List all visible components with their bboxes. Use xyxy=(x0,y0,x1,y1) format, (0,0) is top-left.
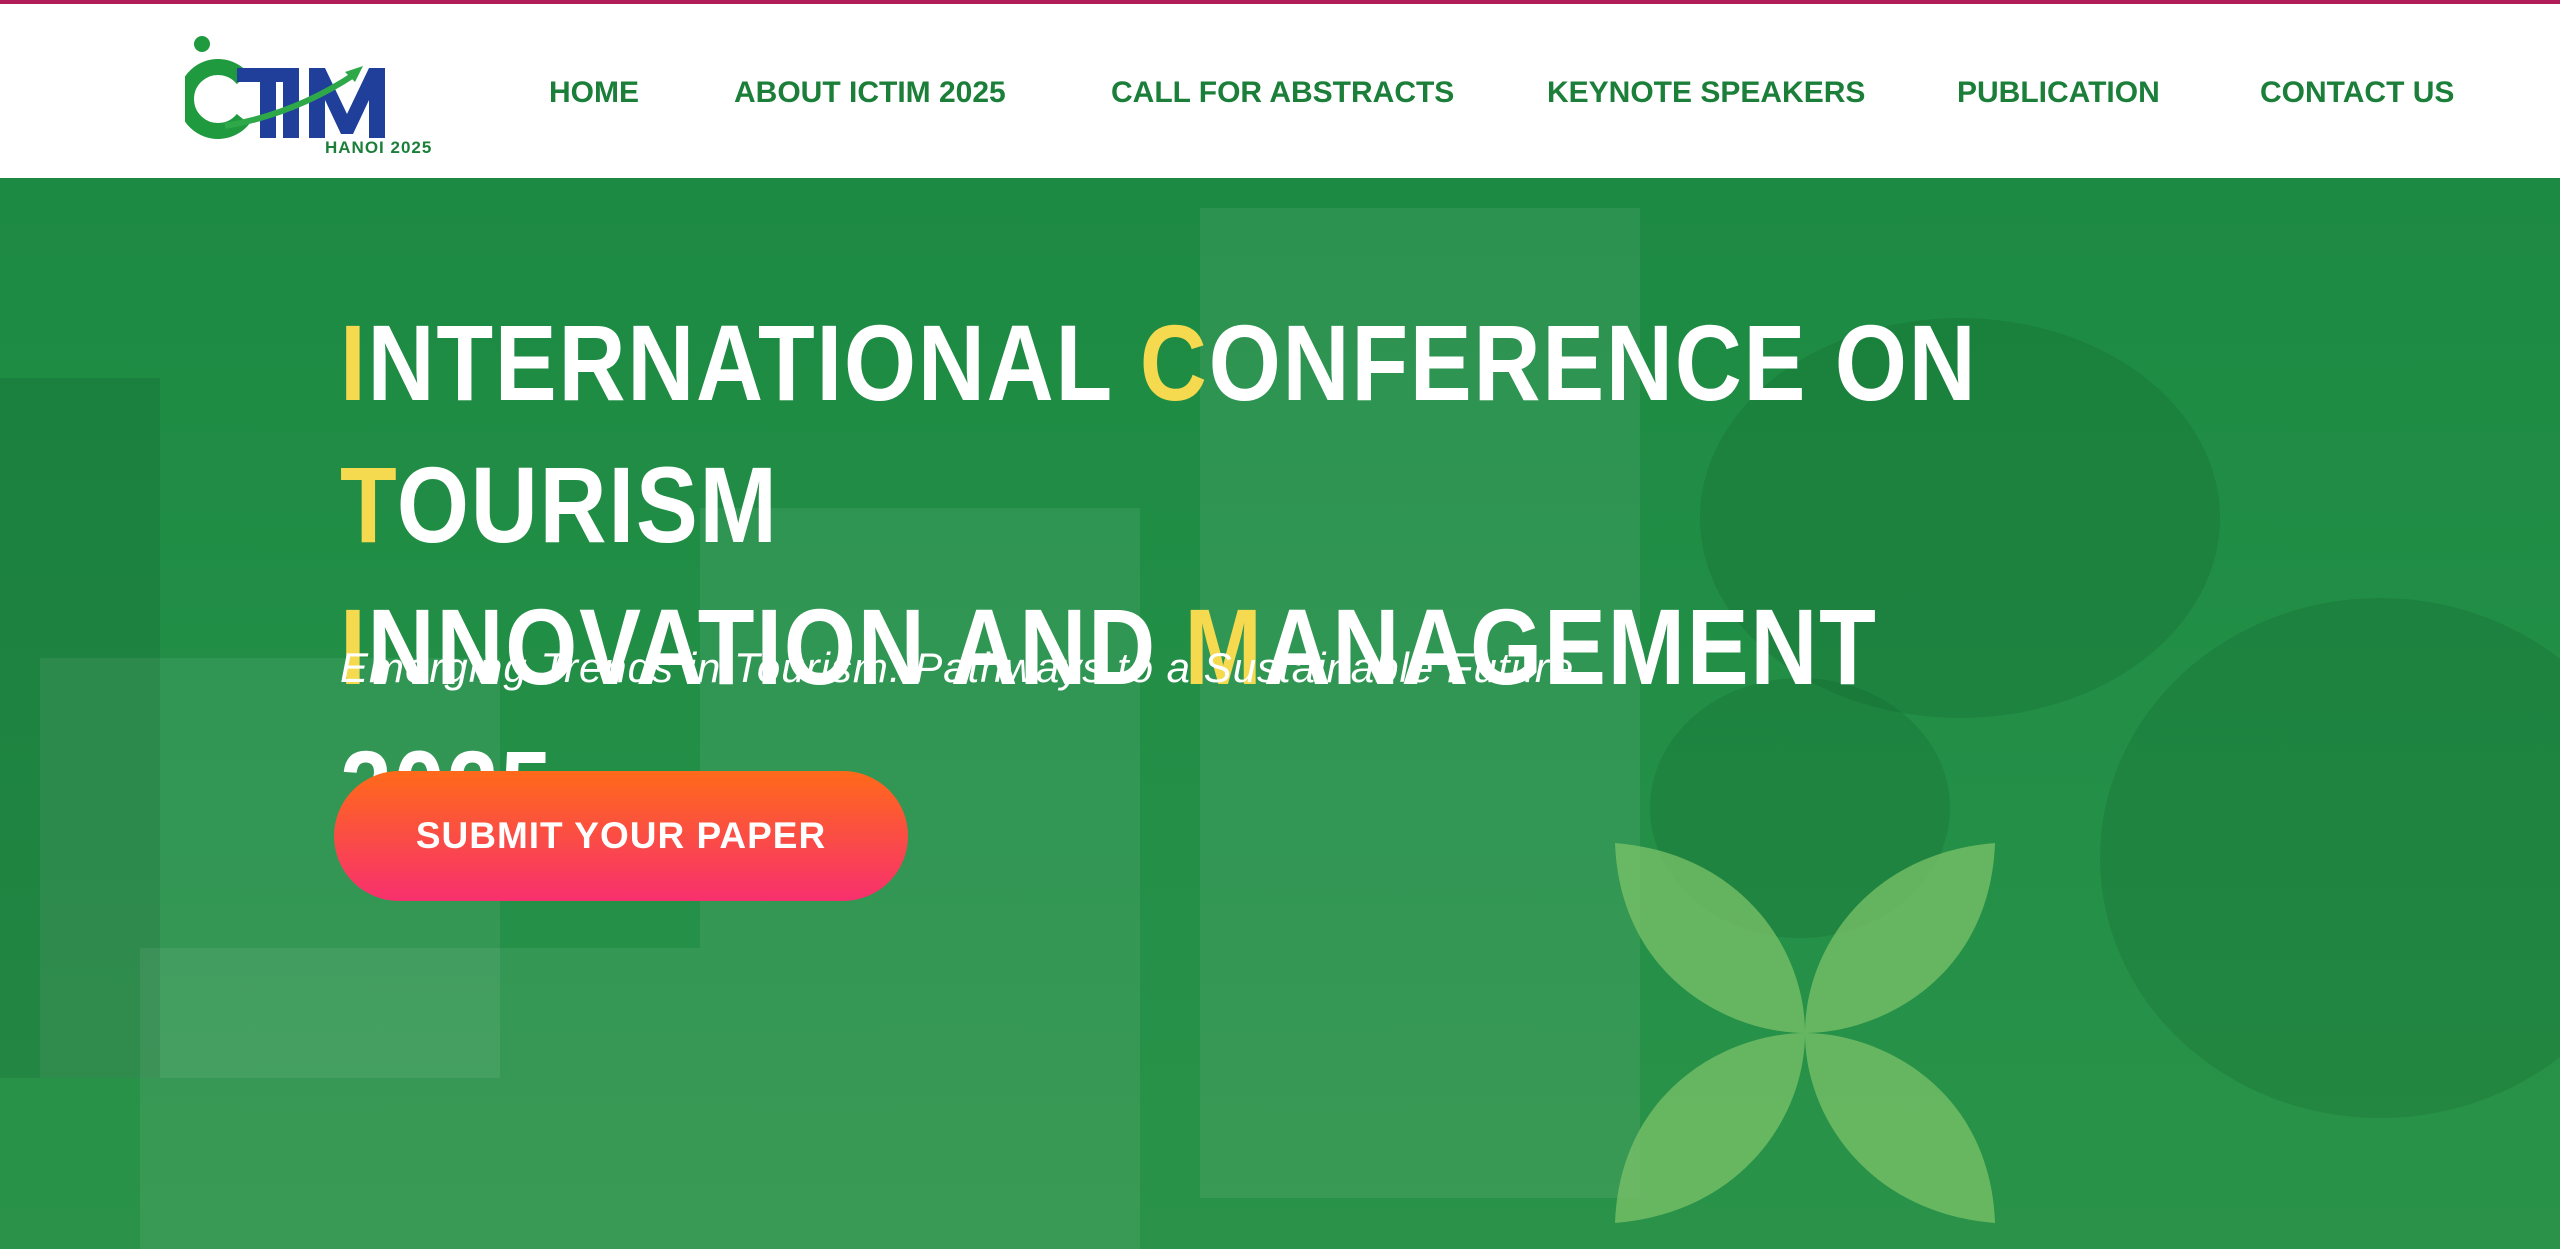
hero-section: INTERNATIONAL CONFERENCE ON TOURISM INNO… xyxy=(0,178,2560,1249)
title-word: ONFERENCE ON xyxy=(1208,302,1978,424)
main-navigation: HOME ABOUT ICTIM 2025 CALL FOR ABSTRACTS… xyxy=(0,76,2560,120)
site-header: HANOI 2025 HOME ABOUT ICTIM 2025 CALL FO… xyxy=(0,4,2560,178)
nav-call-for-abstracts[interactable]: CALL FOR ABSTRACTS xyxy=(1111,76,1454,110)
logo-subtitle: HANOI 2025 xyxy=(325,138,433,157)
background-building xyxy=(0,378,160,1078)
nav-keynote-speakers[interactable]: KEYNOTE SPEAKERS xyxy=(1547,76,1865,110)
title-word: OURISM xyxy=(396,444,779,566)
title-initial: T xyxy=(340,444,397,566)
nav-contact-us[interactable]: CONTACT US xyxy=(2260,76,2454,110)
nav-home[interactable]: HOME xyxy=(549,76,639,110)
title-initial: I xyxy=(340,302,368,424)
background-trees xyxy=(2100,598,2560,1118)
submit-paper-button[interactable]: SUBMIT YOUR PAPER xyxy=(334,771,908,901)
nav-about[interactable]: ABOUT ICTIM 2025 xyxy=(734,76,1006,110)
title-line-1: INTERNATIONAL CONFERENCE ON TOURISM xyxy=(340,302,1977,565)
leaf-clover-icon xyxy=(1615,843,1995,1223)
title-initial: C xyxy=(1139,302,1209,424)
title-word: NTERNATIONAL xyxy=(367,302,1140,424)
conference-theme: Emerging Trends in Tourism: Pathways to … xyxy=(340,644,1575,691)
nav-publication[interactable]: PUBLICATION xyxy=(1957,76,2160,110)
